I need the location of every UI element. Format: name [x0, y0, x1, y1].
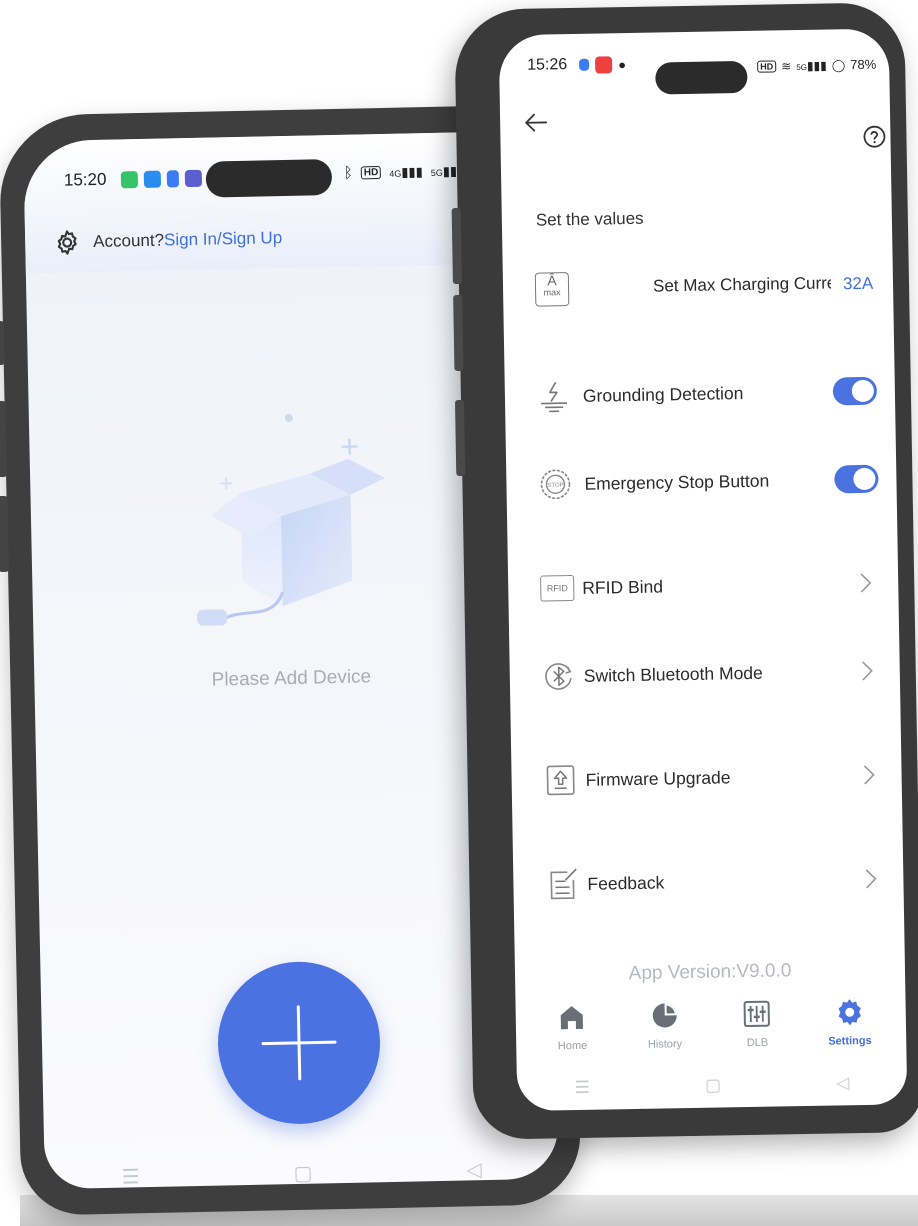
menu-nav-icon[interactable]: ☰: [574, 1078, 590, 1098]
hd-badge: HD: [360, 165, 382, 180]
signal-5g-label: 5G: [430, 167, 443, 178]
status-time: 15:20: [63, 169, 107, 190]
max-current-value[interactable]: 32A: [843, 274, 874, 295]
system-nav-bar: ☰ ▢ ◁: [45, 1155, 559, 1189]
tab-history-label: History: [647, 1038, 683, 1051]
firmware-upgrade-row[interactable]: Firmware Upgrade: [511, 746, 902, 809]
firmware-upgrade-label: Firmware Upgrade: [585, 766, 731, 790]
grounding-detection-toggle[interactable]: [832, 376, 878, 406]
message-notification-icon: [579, 58, 590, 71]
section-title: Set the values: [535, 208, 644, 230]
sliders-icon: [743, 1000, 771, 1028]
account-row: Account? Sign In/Sign Up: [53, 224, 283, 257]
settings-screen: 15:26 ● HD ≋ 5G▮▮▮ ◯ 78% Set the values …: [498, 28, 908, 1112]
plus-icon: [261, 1005, 337, 1081]
volume-down-button: [453, 294, 464, 372]
power-button: [0, 495, 10, 573]
status-icons-right: ᛒ HD 4G▮▮▮ 5G▮▮▮: [344, 162, 465, 182]
stop-button-icon: STOP: [540, 469, 571, 500]
rfid-icon-text: RFID: [546, 583, 568, 594]
signal-label: 5G: [796, 62, 808, 72]
emergency-stop-toggle[interactable]: [834, 464, 879, 494]
k-app-notification-icon: [184, 169, 202, 187]
back-nav-icon[interactable]: ◁: [466, 1157, 482, 1182]
system-nav-bar: ☰ ▢ ◁: [517, 1072, 907, 1099]
bluetooth-icon: ᛒ: [343, 164, 354, 182]
battery-icon: ◯: [831, 57, 846, 72]
tab-home[interactable]: Home: [532, 1001, 613, 1052]
bluetooth-mode-label: Switch Bluetooth Mode: [583, 662, 763, 686]
bluetooth-icon: [545, 663, 572, 690]
chevron-right-icon: [863, 765, 875, 785]
volume-up-button: [451, 207, 462, 285]
firmware-upgrade-icon: [546, 765, 575, 796]
grounding-icon: [541, 381, 568, 413]
account-prompt: Account?: [92, 230, 165, 252]
feedback-row[interactable]: Feedback: [513, 850, 904, 913]
help-icon[interactable]: [862, 124, 886, 148]
emergency-stop-row: STOP Emergency Stop Button: [506, 450, 897, 513]
tab-settings[interactable]: Settings: [809, 997, 890, 1048]
open-box-icon: [197, 413, 386, 626]
tab-home-label: Home: [557, 1039, 588, 1053]
wifi-icon: ≋: [781, 58, 792, 73]
gear-icon[interactable]: [53, 228, 82, 257]
svg-text:STOP: STOP: [547, 483, 563, 489]
tab-history[interactable]: History: [624, 1000, 705, 1051]
home-icon: [560, 1006, 584, 1030]
home-nav-icon[interactable]: ▢: [293, 1161, 312, 1186]
chevron-right-icon: [860, 573, 872, 593]
right-phone: 15:26 ● HD ≋ 5G▮▮▮ ◯ 78% Set the values …: [451, 2, 918, 1140]
emergency-stop-label: Emergency Stop Button: [584, 470, 770, 494]
ampere-glyph: Â: [547, 272, 557, 289]
chevron-right-icon: [865, 869, 877, 889]
status-icons-right: HD ≋ 5G▮▮▮ ◯ 78%: [757, 57, 876, 74]
back-arrow-icon[interactable]: [524, 112, 548, 132]
tab-settings-label: Settings: [828, 1034, 872, 1048]
alipay-notification-icon: [143, 170, 161, 188]
video-notification-icon: [595, 55, 613, 74]
tab-dlb[interactable]: DLB: [717, 998, 798, 1049]
home-nav-icon[interactable]: ▢: [705, 1076, 721, 1096]
tab-dlb-label: DLB: [746, 1036, 769, 1050]
back-nav-icon[interactable]: ◁: [836, 1073, 849, 1093]
gear-icon: [838, 999, 861, 1026]
grounding-detection-label: Grounding Detection: [582, 382, 744, 406]
max-current-icon: Â max: [534, 272, 570, 307]
sign-in-link[interactable]: Sign In/Sign Up: [164, 228, 283, 250]
app-notification-icon: [120, 170, 138, 188]
status-bar: 15:20: [64, 168, 202, 191]
rfid-bind-label: RFID Bind: [582, 575, 664, 598]
power-button: [454, 399, 466, 477]
menu-nav-icon[interactable]: ☰: [121, 1164, 140, 1189]
camera-notch: [205, 159, 333, 198]
hd-badge: HD: [757, 59, 777, 73]
battery-level: 78%: [850, 56, 877, 73]
feedback-edit-icon: [550, 868, 577, 900]
plug-icon: [197, 609, 228, 626]
rfid-bind-row[interactable]: RFID RFID Bind: [508, 554, 899, 617]
max-icon-label: max: [543, 287, 561, 298]
app-version: App Version:V9.0.0: [628, 960, 792, 985]
grounding-detection-row: Grounding Detection: [504, 362, 895, 425]
rfid-card-icon: RFID: [540, 575, 575, 602]
bluetooth-mode-row[interactable]: Switch Bluetooth Mode: [509, 642, 900, 705]
signal-4g-label: 4G: [389, 168, 402, 179]
chevron-right-icon: [862, 661, 873, 681]
status-time: 15:26: [527, 56, 568, 74]
signal-4g-icon: 4G▮▮▮: [389, 163, 423, 180]
max-current-label[interactable]: Set Max Charging Current: [653, 273, 831, 296]
message-notification-icon: [166, 169, 179, 187]
camera-notch: [655, 60, 748, 95]
pie-chart-icon: [652, 1003, 677, 1028]
bottom-tab-bar: Home History DLB Settings: [516, 996, 907, 1073]
wechat-notification-icon: ●: [618, 56, 627, 72]
signal-icon: 5G▮▮▮: [796, 58, 827, 73]
status-bar: 15:26 ●: [527, 55, 626, 75]
volume-down-button: [0, 400, 8, 478]
volume-up-button: [0, 320, 5, 366]
feedback-label: Feedback: [587, 871, 665, 894]
add-device-button[interactable]: [216, 960, 382, 1126]
